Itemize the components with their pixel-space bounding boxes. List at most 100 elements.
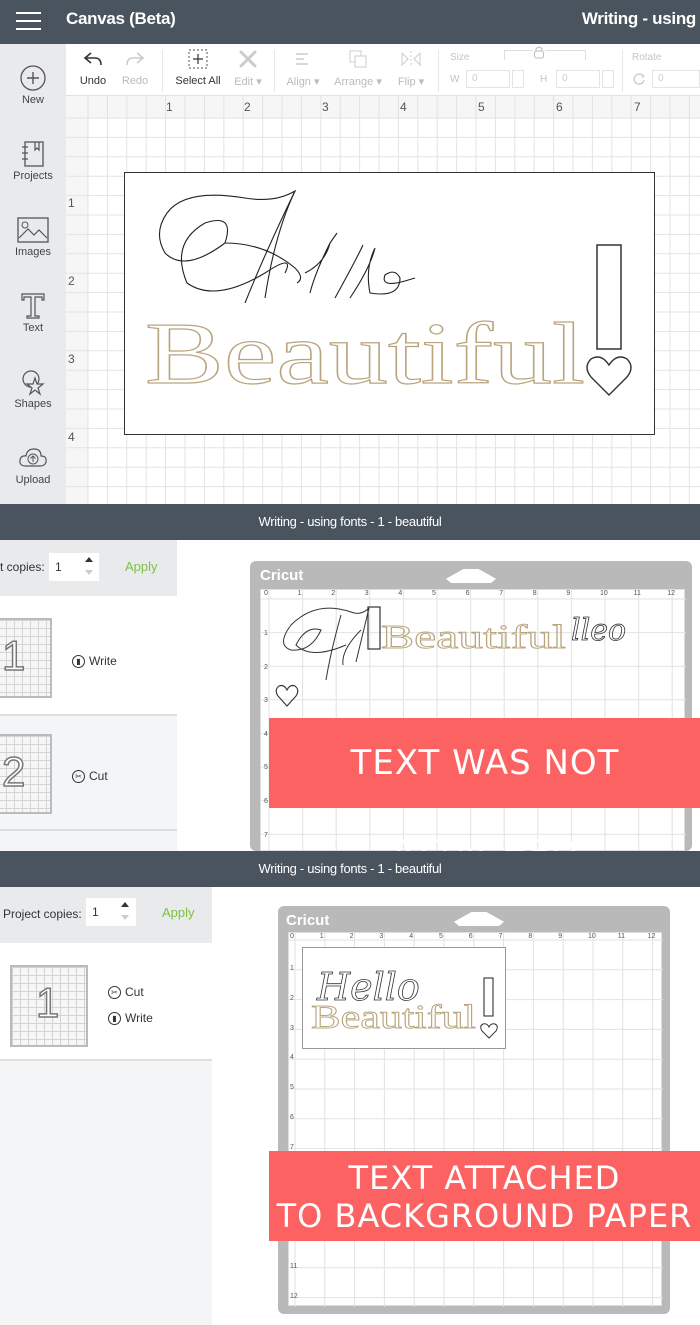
mat-row-1[interactable]: 1 ▮ Write xyxy=(0,598,177,716)
width-stepper[interactable] xyxy=(512,70,524,88)
cricut-logo: Cricut xyxy=(286,912,330,929)
ruler-label: 5 xyxy=(478,100,485,114)
width-input[interactable]: 0 xyxy=(466,70,510,88)
lleo-script-fragment: lleo xyxy=(571,613,626,648)
redo-button[interactable]: Redo xyxy=(120,48,150,87)
apply-button[interactable]: Apply xyxy=(125,559,158,574)
lock-icon[interactable] xyxy=(533,45,545,59)
scissors-icon: ✂ xyxy=(72,769,85,783)
ruler-label: 12 xyxy=(290,1292,298,1300)
design-background-rectangle[interactable]: Beautiful xyxy=(124,172,655,435)
nav-upload-label: Upload xyxy=(15,474,51,486)
height-label: H xyxy=(540,74,548,85)
arrange-icon xyxy=(332,48,384,70)
select-all-button[interactable]: Select All xyxy=(172,48,224,87)
nav-new[interactable]: New xyxy=(0,62,66,106)
attached-background-rectangle: Hello Beautiful xyxy=(302,947,506,1049)
ruler-label: 9 xyxy=(566,590,571,597)
copies-bar-1: t copies: 1 Apply xyxy=(0,540,177,596)
mat-hanger xyxy=(454,912,504,926)
rotate-icon xyxy=(632,72,646,91)
edit-icon xyxy=(230,48,266,70)
exclamation-bar xyxy=(483,977,494,1017)
ruler-label: 6 xyxy=(290,1114,294,1121)
undo-button[interactable]: Undo xyxy=(78,48,108,87)
height-stepper[interactable] xyxy=(602,70,614,88)
apply-button[interactable]: Apply xyxy=(162,905,195,920)
app-title: Canvas (Beta) xyxy=(66,9,176,28)
ruler-label: 4 xyxy=(409,933,414,940)
copies-increment[interactable] xyxy=(85,557,93,562)
pen-icon: ▮ xyxy=(72,654,85,668)
beautiful-serif-text: Beautiful xyxy=(381,619,566,656)
edit-label: Edit ▾ xyxy=(234,76,262,88)
exclamation-bar xyxy=(596,244,622,350)
heart-shape xyxy=(480,1023,498,1039)
ruler-label: 11 xyxy=(633,590,641,597)
ruler-label: 0 xyxy=(264,590,268,597)
ruler-label: 8 xyxy=(532,590,537,597)
ruler-label: 7 xyxy=(264,831,268,839)
ruler-label: 7 xyxy=(290,1143,294,1151)
ruler-label: 1 xyxy=(290,965,294,972)
nav-images[interactable]: Images xyxy=(0,214,66,258)
copies-decrement[interactable] xyxy=(85,570,93,575)
ruler-label: 5 xyxy=(432,590,436,597)
flip-menu[interactable]: Flip ▾ xyxy=(394,48,428,88)
ruler-label: 5 xyxy=(290,1084,294,1092)
ruler-label: 2 xyxy=(68,274,75,288)
width-label: W xyxy=(450,74,460,85)
ruler-label: 4 xyxy=(264,730,268,738)
ruler-label: 10 xyxy=(588,933,596,940)
image-icon xyxy=(0,214,66,246)
project-title-bar-2: Writing - using fonts - 1 - beautiful xyxy=(0,851,700,887)
ruler-label: 3 xyxy=(290,1024,294,1032)
mat-row-1[interactable]: 1 ✂ Cut ▮ Write xyxy=(0,945,212,1061)
cricut-logo: Cricut xyxy=(260,567,304,584)
ruler-label: 6 xyxy=(556,100,563,114)
align-menu[interactable]: Align ▾ xyxy=(282,48,324,88)
nav-shapes[interactable]: Shapes xyxy=(0,366,66,410)
mat-number: 2 xyxy=(1,747,26,796)
toolbar: Undo Redo Select All Edit ▾ Align ▾ Arra… xyxy=(66,44,700,96)
ruler-label: 0 xyxy=(290,933,294,940)
arrange-menu[interactable]: Arrange ▾ xyxy=(332,48,384,88)
exclamation-bar xyxy=(367,606,381,650)
mat-preview-artwork: Hello Beautiful xyxy=(311,965,498,1039)
ruler-label: 12 xyxy=(647,933,656,940)
nav-upload[interactable]: Upload xyxy=(0,442,66,486)
rotate-input[interactable]: 0 xyxy=(652,70,700,88)
mat-grid: Beautiful lleo TEXT WAS NOT ATTACHED xyxy=(260,589,700,873)
nav-projects-label: Projects xyxy=(13,170,53,182)
copies-decrement[interactable] xyxy=(121,915,129,920)
mat-row-2[interactable]: 2 ✂ Cut xyxy=(0,716,177,831)
beautiful-serif-text: Beautiful xyxy=(311,999,476,1036)
undo-icon xyxy=(78,48,108,70)
mat-grid: Hello Beautiful xyxy=(288,932,663,1307)
upload-cloud-icon xyxy=(0,442,66,474)
edit-menu[interactable]: Edit ▾ xyxy=(230,48,266,88)
mat-action-cut: ✂ Cut xyxy=(108,985,144,999)
nav-shapes-label: Shapes xyxy=(14,398,52,410)
height-input[interactable]: 0 xyxy=(556,70,600,88)
nav-images-label: Images xyxy=(14,246,52,258)
copies-increment[interactable] xyxy=(121,902,129,907)
h-script-fragment xyxy=(283,607,370,681)
redo-icon xyxy=(120,48,150,70)
nav-text[interactable]: Text xyxy=(0,290,66,334)
mat-action-cut: ✂ Cut xyxy=(72,769,108,783)
plus-circle-icon xyxy=(0,62,66,94)
arrange-label: Arrange ▾ xyxy=(334,76,382,88)
ruler-label: 1 xyxy=(319,933,324,940)
beautiful-serif-text: Beautiful xyxy=(145,306,585,403)
ruler-label: 4 xyxy=(68,430,75,444)
nav-projects[interactable]: Projects xyxy=(0,138,66,182)
ruler-label: 3 xyxy=(322,100,329,114)
ruler-label: 2 xyxy=(264,663,268,671)
flip-label: Flip ▾ xyxy=(397,76,425,88)
text-icon xyxy=(0,290,66,322)
ruler-label: 1 xyxy=(166,100,173,114)
menu-icon[interactable] xyxy=(16,12,41,32)
redo-label: Redo xyxy=(121,75,149,87)
mat-hanger xyxy=(446,569,496,583)
